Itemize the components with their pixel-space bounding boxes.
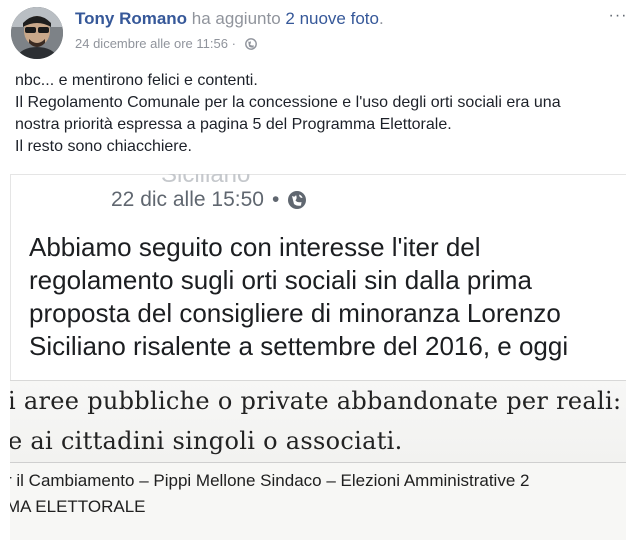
screenshot-program-footer[interactable]: r il Cambiamento – Pippi Mellone Sindaco… [10,462,626,540]
embedded-globe-icon [287,190,307,210]
avatar[interactable] [11,7,63,59]
document-line: i aree pubbliche o private abbandonate p… [10,387,622,415]
globe-icon[interactable] [244,37,257,50]
post-timestamp[interactable]: 24 dicembre alle ore 11:56 [75,36,228,51]
program-footer-line: MA ELETTORALE [10,497,146,516]
post-text: nbc... e mentirono felici e contenti. Il… [15,70,627,158]
post-text-line: nbc... e mentirono felici e contenti. [15,72,258,89]
embedded-meta-dot: • [271,188,280,211]
embedded-body-line: regolamento sugli orti sociali sin dalla… [29,265,532,295]
post-header: Tony Romano ha aggiunto 2 nuove foto. 24… [0,0,636,64]
avatar-photo [11,7,63,59]
meta-separator: · [227,36,240,51]
author-name[interactable]: Tony Romano [75,9,187,28]
embedded-post-body: Abbiamo seguito con interesse l'iter del… [29,231,626,363]
screenshot-facebook-post[interactable]: Siciliano 22 dic alle 15:50 • Abbiamo se… [10,174,626,381]
author-line: Tony Romano ha aggiunto 2 nuove foto. [75,9,384,29]
action-prefix: ha aggiunto [187,9,286,28]
post-text-line: Il resto sono chiacchiere. [15,138,192,155]
document-line: e ai cittadini singoli o associati. [10,427,403,455]
program-footer-line: r il Cambiamento – Pippi Mellone Sindaco… [10,471,530,490]
embedded-body-line: proposta del consigliere di minoranza Lo… [29,298,561,328]
embedded-post-meta: 22 dic alle 15:50 • [111,188,307,212]
embedded-body-line: Abbiamo seguito con interesse l'iter del [29,232,481,262]
embedded-post-time: 22 dic alle 15:50 [111,188,264,211]
cropped-name-fragment: Siciliano [161,174,251,188]
more-options-icon[interactable]: ··· [606,6,630,26]
post-meta: 24 dicembre alle ore 11:56 · [75,36,257,51]
post-text-line: nostra priorità espressa a pagina 5 del … [15,116,452,133]
post-text-line: Il Regolamento Comunale per la concessio… [15,94,561,111]
embedded-body-line: Siciliano risalente a settembre del 2016… [29,331,569,361]
photos-link[interactable]: 2 nuove foto [285,9,379,28]
screenshot-document-excerpt[interactable]: i aree pubbliche o private abbandonate p… [10,380,626,463]
action-suffix: . [378,9,384,28]
photo-attachment[interactable]: Siciliano 22 dic alle 15:50 • Abbiamo se… [10,174,626,540]
